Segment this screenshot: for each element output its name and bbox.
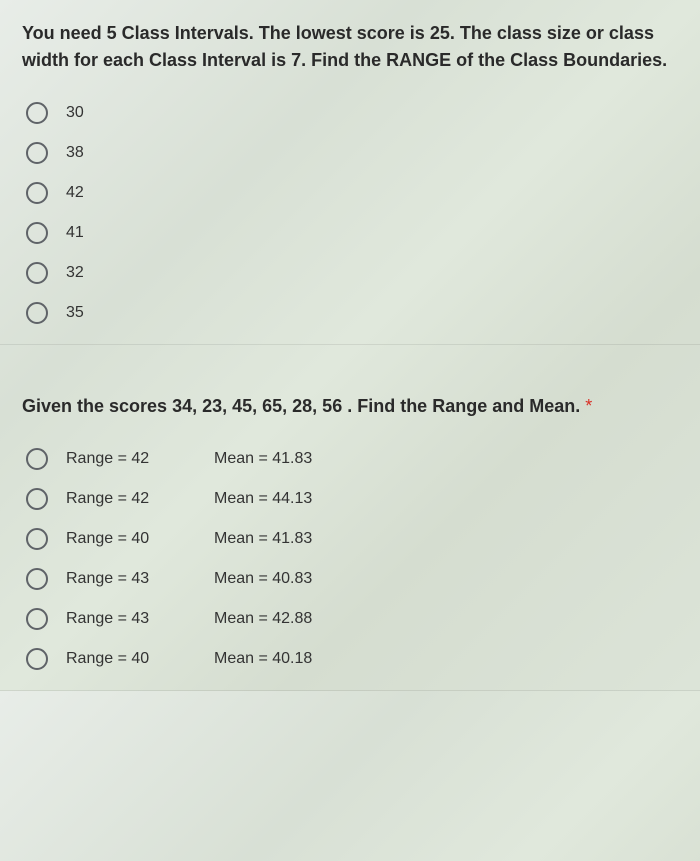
option-row[interactable]: 38 (26, 142, 678, 164)
option-range: Range = 42 (66, 490, 196, 508)
card-divider (0, 345, 700, 373)
option-range: Range = 40 (66, 650, 196, 668)
option-range: Range = 40 (66, 530, 196, 548)
radio-icon (26, 262, 48, 284)
option-label: 42 (66, 184, 84, 202)
question-2-card: Given the scores 34, 23, 45, 65, 28, 56 … (0, 373, 700, 691)
option-row[interactable]: Range = 43 Mean = 40.83 (26, 568, 678, 590)
option-row[interactable]: 30 (26, 102, 678, 124)
option-row[interactable]: 32 (26, 262, 678, 284)
radio-icon (26, 608, 48, 630)
question-2-text: Given the scores 34, 23, 45, 65, 28, 56 … (22, 393, 678, 420)
option-mean: Mean = 41.83 (214, 450, 312, 468)
option-label: 35 (66, 304, 84, 322)
radio-icon (26, 182, 48, 204)
option-range: Range = 43 (66, 570, 196, 588)
option-row[interactable]: Range = 40 Mean = 40.18 (26, 648, 678, 670)
radio-icon (26, 488, 48, 510)
required-asterisk: * (585, 396, 592, 416)
option-row[interactable]: 42 (26, 182, 678, 204)
question-2-options: Range = 42 Mean = 41.83 Range = 42 Mean … (22, 448, 678, 670)
radio-icon (26, 222, 48, 244)
option-label: 30 (66, 104, 84, 122)
radio-icon (26, 568, 48, 590)
option-mean: Mean = 42.88 (214, 610, 312, 628)
radio-icon (26, 102, 48, 124)
option-label: 38 (66, 144, 84, 162)
question-1-card: You need 5 Class Intervals. The lowest s… (0, 0, 700, 345)
option-label: 32 (66, 264, 84, 282)
option-row[interactable]: Range = 43 Mean = 42.88 (26, 608, 678, 630)
option-label: 41 (66, 224, 84, 242)
option-row[interactable]: 35 (26, 302, 678, 324)
option-range: Range = 42 (66, 450, 196, 468)
option-mean: Mean = 40.18 (214, 650, 312, 668)
option-mean: Mean = 41.83 (214, 530, 312, 548)
option-mean: Mean = 40.83 (214, 570, 312, 588)
radio-icon (26, 142, 48, 164)
radio-icon (26, 528, 48, 550)
option-range: Range = 43 (66, 610, 196, 628)
question-2-text-content: Given the scores 34, 23, 45, 65, 28, 56 … (22, 396, 580, 416)
radio-icon (26, 448, 48, 470)
option-row[interactable]: 41 (26, 222, 678, 244)
option-mean: Mean = 44.13 (214, 490, 312, 508)
radio-icon (26, 648, 48, 670)
question-1-options: 30 38 42 41 32 35 (22, 102, 678, 324)
option-row[interactable]: Range = 40 Mean = 41.83 (26, 528, 678, 550)
option-row[interactable]: Range = 42 Mean = 44.13 (26, 488, 678, 510)
option-row[interactable]: Range = 42 Mean = 41.83 (26, 448, 678, 470)
question-1-text: You need 5 Class Intervals. The lowest s… (22, 20, 678, 74)
radio-icon (26, 302, 48, 324)
